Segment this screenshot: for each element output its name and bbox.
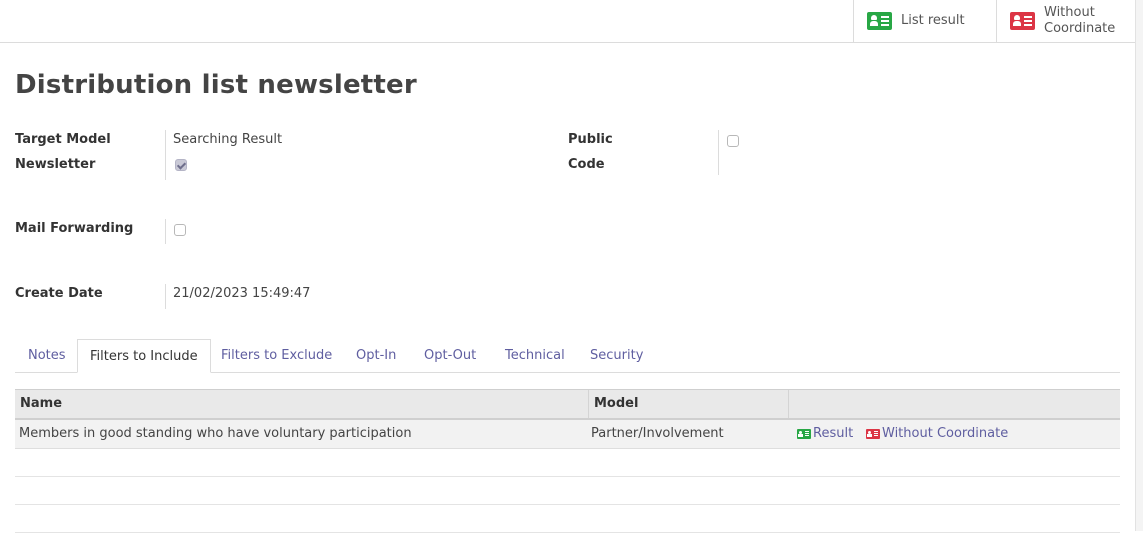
column-header-model[interactable]: Model	[588, 390, 788, 418]
list-result-label: List result	[901, 13, 965, 28]
without-coordinate-action-label: Without Coordinate	[882, 426, 1009, 441]
mail-forwarding-checkbox[interactable]	[174, 224, 186, 236]
notebook-tabs: Notes Filters to Include Filters to Excl…	[15, 339, 1120, 373]
mail-forwarding-label: Mail Forwarding	[15, 221, 134, 236]
without-coordinate-action-link[interactable]: Without Coordinate	[866, 420, 1008, 448]
green-contact-card-icon	[797, 429, 811, 439]
empty-row	[15, 477, 1120, 505]
without-coordinate-label: Without Coordinate	[1044, 5, 1115, 37]
vertical-scrollbar[interactable]	[1135, 0, 1143, 531]
result-action-label: Result	[813, 426, 854, 441]
without-coordinate-button[interactable]: Without Coordinate	[996, 0, 1135, 42]
row-name: Members in good standing who have volunt…	[19, 426, 412, 441]
tab-security[interactable]: Security	[578, 339, 655, 372]
list-result-button[interactable]: List result	[853, 0, 996, 42]
empty-row	[15, 449, 1120, 477]
record-title: Distribution list newsletter	[15, 70, 417, 100]
target-model-value[interactable]: Searching Result	[173, 132, 282, 147]
without-coordinate-line2: Coordinate	[1044, 21, 1116, 36]
table-header: Name Model	[15, 389, 1120, 420]
newsletter-checkbox[interactable]	[175, 159, 187, 171]
red-contact-card-icon	[866, 429, 880, 439]
newsletter-label: Newsletter	[15, 157, 96, 172]
public-label: Public	[568, 132, 613, 147]
field-divider	[165, 284, 166, 309]
code-label: Code	[568, 157, 605, 172]
tab-technical[interactable]: Technical	[493, 339, 577, 372]
field-divider	[165, 219, 166, 244]
result-action-link[interactable]: Result	[797, 420, 853, 448]
create-date-label: Create Date	[15, 286, 103, 301]
without-coordinate-line1: Without	[1044, 5, 1095, 20]
column-header-actions	[788, 390, 1120, 418]
table-row[interactable]: Members in good standing who have volunt…	[15, 420, 1120, 449]
empty-row	[15, 505, 1120, 533]
row-model: Partner/Involvement	[591, 426, 724, 441]
tab-opt-out[interactable]: Opt-Out	[412, 339, 488, 372]
tab-notes[interactable]: Notes	[16, 339, 78, 372]
public-checkbox[interactable]	[727, 135, 739, 147]
tab-filters-to-exclude[interactable]: Filters to Exclude	[209, 339, 344, 372]
action-bar: List result Without Coordinate	[0, 0, 1135, 43]
red-contact-card-icon	[1010, 12, 1035, 30]
column-header-name[interactable]: Name	[15, 390, 588, 418]
field-divider	[165, 130, 166, 180]
tab-opt-in[interactable]: Opt-In	[344, 339, 408, 372]
filters-table: Name Model Members in good standing who …	[15, 389, 1120, 533]
tab-filters-to-include[interactable]: Filters to Include	[77, 339, 211, 373]
green-contact-card-icon	[867, 12, 892, 30]
target-model-label: Target Model	[15, 132, 111, 147]
create-date-value: 21/02/2023 15:49:47	[173, 286, 311, 301]
field-divider	[718, 130, 719, 175]
